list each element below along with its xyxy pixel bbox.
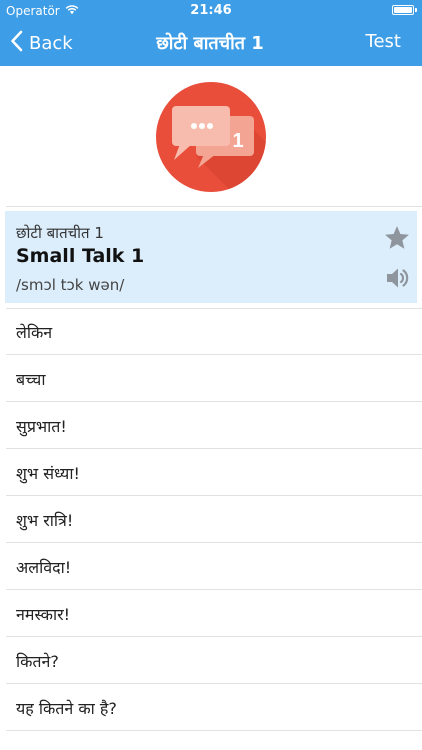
list-item[interactable]: लेकिन [0, 308, 422, 355]
lesson-phonetic: /smɔl tɔk wən/ [16, 276, 125, 294]
list-item[interactable]: शुभ रात्रि! [0, 496, 422, 543]
top-bar: Operatör 21:46 Back छोटी बातचीत 1 Test [0, 0, 422, 66]
test-button[interactable]: Test [366, 31, 401, 52]
list-item[interactable]: कितने? [0, 637, 422, 684]
list-item[interactable]: अलविदा! [0, 543, 422, 590]
badge-number: 1 [232, 130, 243, 152]
page-title: छोटी बातचीत 1 [156, 33, 264, 54]
divider [6, 206, 422, 207]
phrase-label: नमस्कार! [16, 605, 71, 624]
back-button[interactable]: Back [10, 30, 73, 57]
battery-icon [392, 5, 417, 15]
list-item[interactable]: सुप्रभात! [0, 402, 422, 449]
divider [6, 730, 422, 731]
phrase-list: लेकिन बच्चा सुप्रभात! शुभ संध्या! शुभ रा… [0, 308, 422, 731]
list-item[interactable]: शुभ संध्या! [0, 449, 422, 496]
chat-bubbles-icon: 1 [156, 82, 266, 192]
lesson-native-title: छोटी बातचीत 1 [16, 224, 104, 242]
lesson-hero: 1 [0, 66, 422, 206]
lesson-english-title: Small Talk 1 [16, 245, 145, 267]
status-bar: Operatör 21:46 [0, 0, 422, 22]
phrase-label: शुभ रात्रि! [16, 511, 74, 530]
status-time: 21:46 [190, 3, 232, 18]
phrase-label: शुभ संध्या! [16, 464, 80, 483]
phrase-label: सुप्रभात! [16, 417, 67, 436]
phrase-label: बच्चा [16, 370, 46, 389]
star-icon[interactable] [383, 224, 411, 252]
phrase-label: यह कितने का है? [16, 699, 117, 718]
navigation-bar: Back छोटी बातचीत 1 Test [0, 22, 422, 66]
phrase-label: लेकिन [16, 323, 53, 342]
back-label: Back [29, 33, 73, 54]
list-item[interactable]: यह कितने का है? [0, 684, 422, 731]
list-item[interactable]: बच्चा [0, 355, 422, 402]
phrase-label: कितने? [16, 652, 59, 671]
phrase-label: अलविदा! [16, 558, 72, 577]
list-item[interactable]: नमस्कार! [0, 590, 422, 637]
speaker-icon[interactable] [384, 265, 410, 291]
chevron-left-icon [10, 30, 23, 57]
selected-lesson-card[interactable]: छोटी बातचीत 1 Small Talk 1 /smɔl tɔk wən… [5, 211, 417, 303]
